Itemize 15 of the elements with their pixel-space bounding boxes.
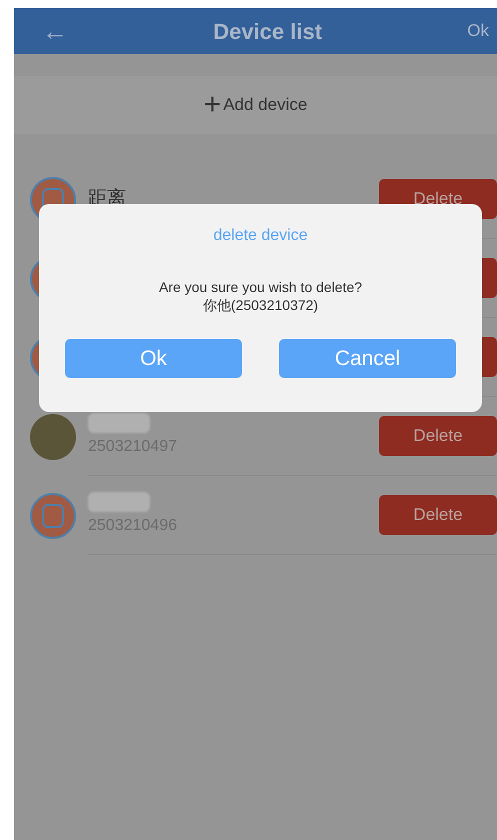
delete-button[interactable]: Delete [379,416,497,456]
dialog-message: Are you sure you wish to delete? [158,278,362,296]
delete-button[interactable]: Delete [379,495,497,535]
ok-button[interactable]: Ok [65,339,242,378]
blurred-name [88,492,150,512]
cancel-button[interactable]: Cancel [279,339,456,378]
ok-button[interactable]: Ok [467,18,489,44]
dialog-target: 你他(2503210372) [202,296,318,314]
dialog-title: delete device [213,226,308,246]
add-device-button[interactable]: +Add device [14,76,497,134]
page-title: Device list [213,18,322,46]
back-button[interactable]: ← [42,18,68,44]
blurred-name [88,413,150,433]
watch-icon [30,492,76,538]
photo-placeholder [30,414,76,460]
